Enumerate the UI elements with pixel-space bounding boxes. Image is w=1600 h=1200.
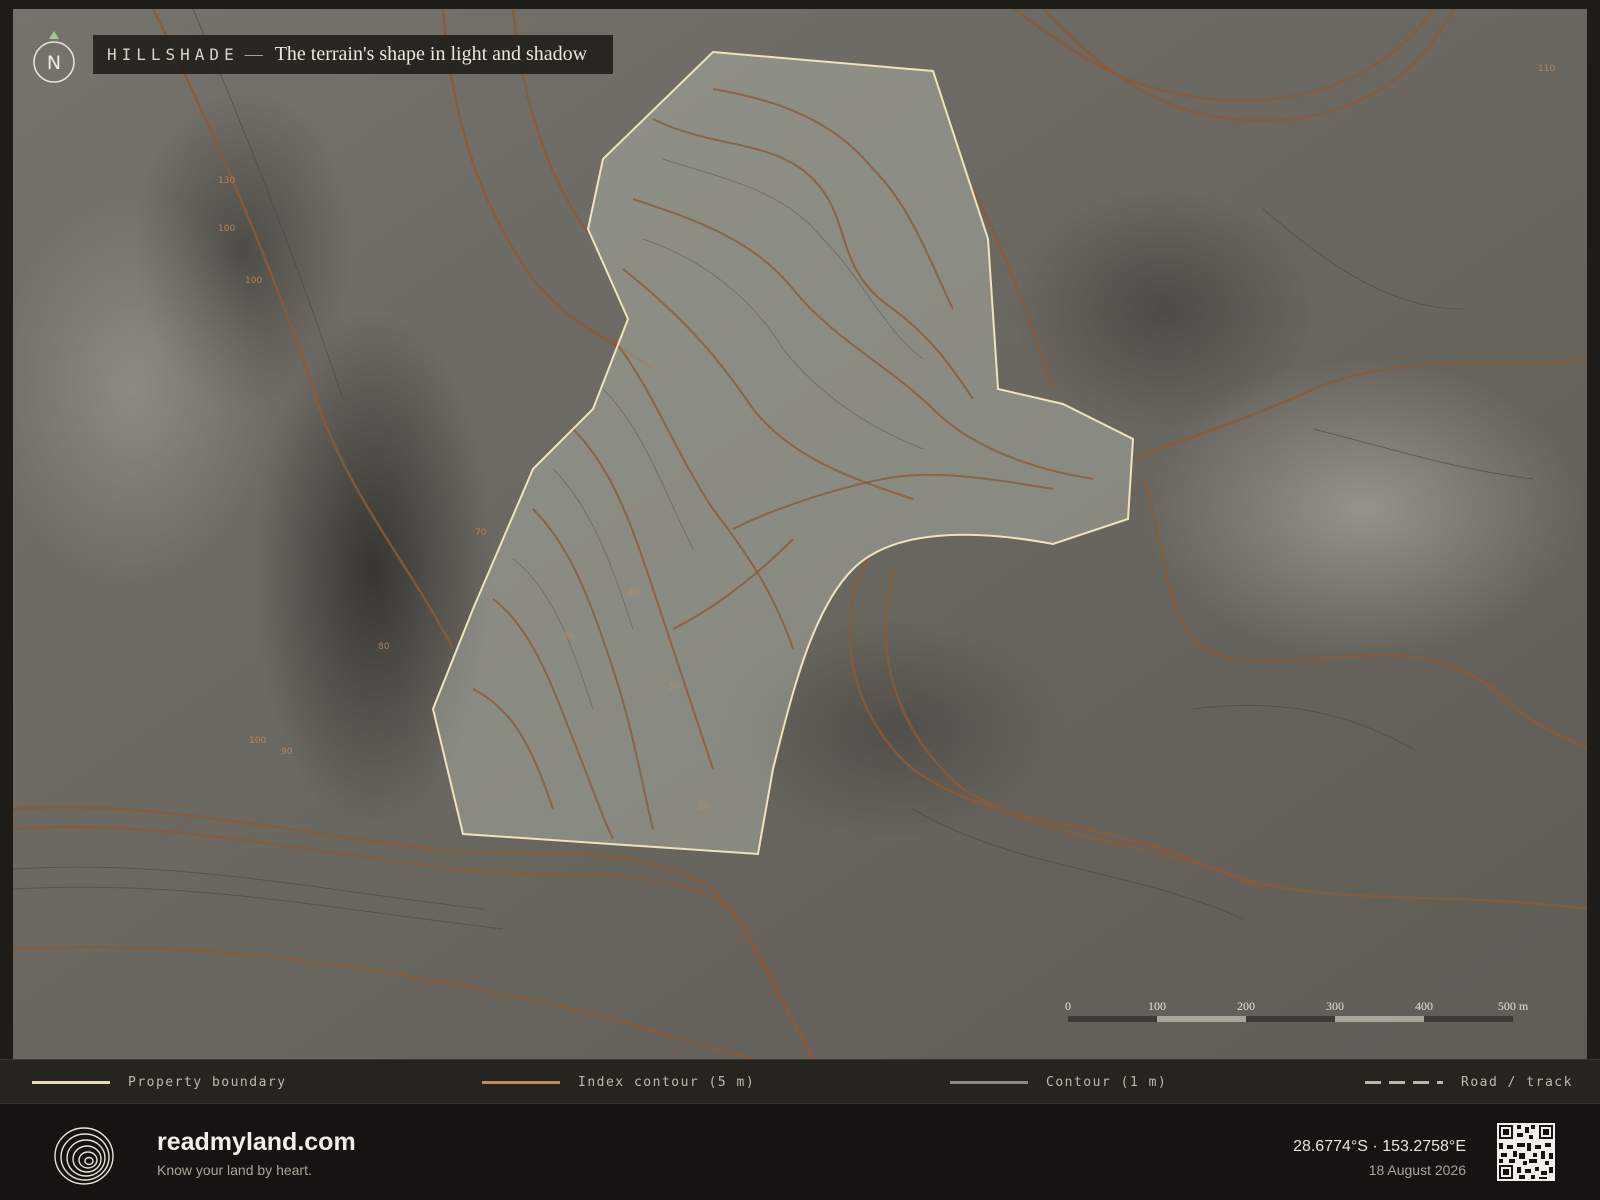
coordinates: 28.6774°S · 153.2758°E	[1293, 1138, 1466, 1155]
legend-swatch	[950, 1081, 1028, 1084]
fingerprint-logo-icon	[54, 1127, 114, 1185]
brand-name[interactable]: readmyland.com	[157, 1128, 356, 1157]
map-subtitle: The terrain's shape in light and shadow	[274, 43, 588, 65]
contour-label: 30	[668, 682, 680, 692]
legend-swatch	[482, 1081, 560, 1084]
scale-bar: 0 100 200 300 400 500 m	[1065, 999, 1538, 1039]
contour-label: 110	[1538, 64, 1555, 74]
scale-segment	[1068, 1016, 1157, 1022]
contour-label: 20	[698, 802, 710, 812]
qr-code-icon[interactable]	[1497, 1123, 1555, 1181]
hillshade-map[interactable]: 110 130 100 100 70 80 100 90 40 50 30 20…	[13, 9, 1587, 1059]
date: 18 August 2026	[1368, 1162, 1466, 1178]
contour-label: 130	[218, 176, 235, 186]
legend-label: Property boundary	[128, 1075, 287, 1090]
legend-label: Index contour (5 m)	[578, 1075, 756, 1090]
contour-label: 80	[378, 642, 390, 652]
contour-label: 50	[563, 632, 575, 642]
slope-light	[1143, 359, 1583, 659]
scale-segment	[1246, 1016, 1335, 1022]
scale-tick: 100	[1148, 999, 1166, 1013]
scale-segment	[1157, 1016, 1246, 1022]
legend-label: Road / track	[1461, 1075, 1573, 1090]
scale-segments	[1068, 1016, 1513, 1022]
title-separator: —	[244, 44, 263, 64]
scale-segment	[1424, 1016, 1513, 1022]
scale-tick: 0	[1065, 999, 1071, 1013]
map-legend: Property boundary Index contour (5 m) Co…	[0, 1059, 1600, 1104]
contour-label: 100	[245, 276, 262, 286]
contour-label: 100	[249, 736, 266, 746]
map-layer-label: HILLSHADE	[107, 45, 239, 64]
legend-item-road: Road / track	[1365, 1060, 1573, 1105]
compass-letter: N	[47, 52, 61, 74]
scale-tick: 400	[1415, 999, 1433, 1013]
compass: N	[33, 31, 75, 83]
legend-label: Contour (1 m)	[1046, 1075, 1168, 1090]
legend-swatch	[32, 1081, 110, 1084]
map-poster: 110 130 100 100 70 80 100 90 40 50 30 20…	[0, 0, 1600, 1200]
contour-label: 70	[475, 528, 487, 538]
footer: readmyland.com Know your land by heart. …	[0, 1104, 1600, 1200]
legend-item-index-contour: Index contour (5 m)	[482, 1060, 755, 1105]
map-title: HILLSHADE — The terrain's shape in light…	[93, 35, 613, 74]
north-arrow-icon	[49, 31, 59, 39]
contour-label: 100	[218, 224, 235, 234]
scale-tick: 300	[1326, 999, 1344, 1013]
scale-tick: 500 m	[1497, 999, 1529, 1013]
legend-item-property-boundary: Property boundary	[32, 1060, 287, 1105]
terrain-layer: 110 130 100 100 70 80 100 90 40 50 30 20	[13, 9, 1587, 1059]
legend-item-contour: Contour (1 m)	[950, 1060, 1167, 1105]
brand-tagline: Know your land by heart.	[157, 1162, 312, 1178]
contour-label: 90	[281, 747, 293, 757]
scale-tick: 200	[1237, 999, 1255, 1013]
scale-segment	[1335, 1016, 1424, 1022]
legend-swatch	[1365, 1081, 1443, 1084]
contour-label: 40	[628, 588, 640, 598]
